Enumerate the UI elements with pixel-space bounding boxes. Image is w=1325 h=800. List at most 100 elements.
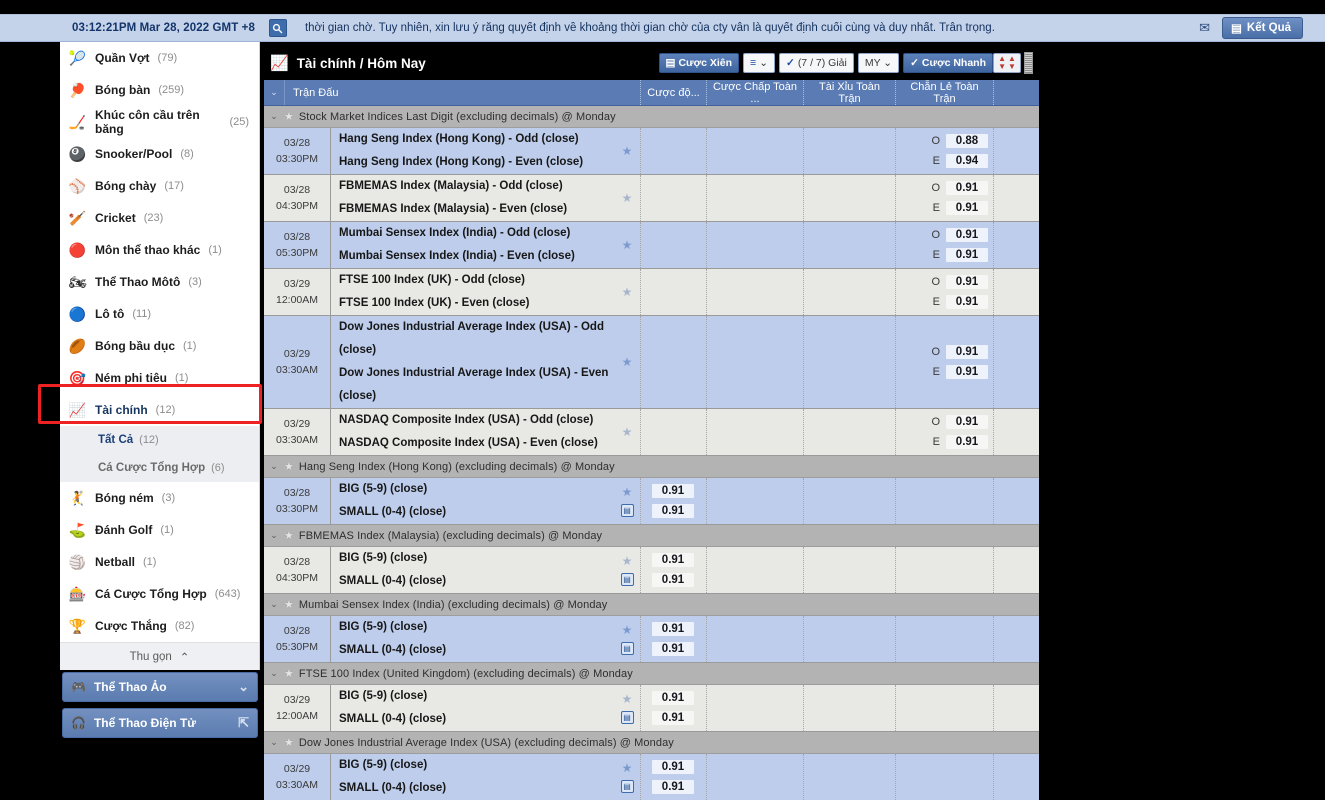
favorite-star-icon[interactable]: ★ bbox=[284, 598, 294, 611]
odds-value-1[interactable]: 0.91 bbox=[652, 553, 694, 567]
quick-bet-button[interactable]: ✓ Cược Nhanh bbox=[903, 53, 993, 73]
table-row[interactable]: 03/29 03:30AM NASDAQ Composite Index (USA)… bbox=[264, 409, 1039, 456]
odds-cell-1[interactable]: 0.91 0.91 bbox=[640, 754, 706, 800]
virtual-sports-button[interactable]: 🎮 Thể Thao Ảo ⌄ bbox=[62, 672, 258, 702]
sidebar-item-14[interactable]: 🏐 Netball (1) bbox=[60, 546, 259, 578]
favorite-star-icon[interactable]: ★ bbox=[622, 692, 633, 706]
group-header-4[interactable]: ⌄ ★ FTSE 100 Index (United Kingdom) (exclu… bbox=[264, 663, 1039, 685]
parlay-button[interactable]: ▤ Cược Xiên bbox=[658, 53, 740, 73]
mail-icon[interactable]: ✉ bbox=[1199, 20, 1210, 36]
odds-value-2[interactable]: 0.91 bbox=[652, 504, 694, 518]
sports-sidebar[interactable]: 🎾 Quần Vợt (79) 🏓 Bóng bàn (259) 🏒 Khúc côn cầu… bbox=[60, 42, 260, 670]
search-icon[interactable] bbox=[268, 19, 287, 37]
sidebar-item-5[interactable]: 🏏 Cricket (23) bbox=[60, 202, 259, 234]
odds-value-1[interactable]: 0.91 bbox=[652, 760, 694, 774]
sidebar-item-6[interactable]: 🔴 Môn thể thao khác (1) bbox=[60, 234, 259, 266]
sidebar-item-9[interactable]: 🏉 Bóng bầu dục (1) bbox=[60, 330, 259, 362]
odds-type-button[interactable]: MY ⌄ bbox=[857, 53, 900, 73]
sidebar-item-15[interactable]: 🎰 Cá Cược Tổng Hợp (643) bbox=[60, 578, 259, 610]
odds-value-2[interactable]: 0.91 bbox=[652, 711, 694, 725]
group-header-3[interactable]: ⌄ ★ Mumbai Sensex Index (India) (excluding… bbox=[264, 594, 1039, 616]
favorite-star-icon[interactable]: ★ bbox=[284, 460, 294, 473]
favorite-star-icon[interactable]: ★ bbox=[622, 355, 633, 369]
collapse-all-icon[interactable]: ⌄ bbox=[264, 80, 284, 105]
sidebar-item-1[interactable]: 🏓 Bóng bàn (259) bbox=[60, 74, 259, 106]
sidebar-subitem-1[interactable]: Cá Cược Tổng Hợp (6) bbox=[60, 454, 259, 482]
odds-value-1[interactable]: 0.91 bbox=[946, 181, 988, 195]
group-header-2[interactable]: ⌄ ★ FBMEMAS Index (Malaysia) (excluding de… bbox=[264, 525, 1039, 547]
chevron-down-icon[interactable]: ⌄ bbox=[238, 679, 249, 695]
group-collapse-icon[interactable]: ⌄ bbox=[264, 668, 284, 679]
group-collapse-icon[interactable]: ⌄ bbox=[264, 111, 284, 122]
odds-cell-4[interactable]: O 0.91 E 0.91 bbox=[895, 316, 993, 408]
table-row[interactable]: 03/28 05:30PM Mumbai Sensex Index (India) … bbox=[264, 222, 1039, 269]
group-header-0[interactable]: ⌄ ★ Stock Market Indices Last Digit (exclu… bbox=[264, 106, 1039, 128]
leagues-button[interactable]: ✓ (7 / 7) Giải bbox=[779, 53, 854, 73]
odds-value-1[interactable]: 0.91 bbox=[652, 622, 694, 636]
odds-value-2[interactable]: 0.91 bbox=[946, 201, 988, 215]
favorite-star-icon[interactable]: ★ bbox=[622, 191, 633, 205]
sidebar-item-2[interactable]: 🏒 Khúc côn cầu trên băng (25) bbox=[60, 106, 259, 138]
favorite-star-icon[interactable]: ★ bbox=[622, 554, 633, 568]
odds-cell-1[interactable]: 0.91 0.91 bbox=[640, 685, 706, 731]
odds-cell-4[interactable]: O 0.91 E 0.91 bbox=[895, 269, 993, 315]
odds-value-2[interactable]: 0.91 bbox=[946, 435, 988, 449]
group-collapse-icon[interactable]: ⌄ bbox=[264, 737, 284, 748]
group-collapse-icon[interactable]: ⌄ bbox=[264, 461, 284, 472]
favorite-star-icon[interactable]: ★ bbox=[622, 485, 633, 499]
results-button[interactable]: ▤ Kết Quả bbox=[1222, 17, 1303, 39]
sidebar-item-10[interactable]: 🎯 Ném phi tiêu (1) bbox=[60, 362, 259, 394]
odds-cell-4[interactable]: O 0.91 E 0.91 bbox=[895, 409, 993, 455]
favorite-star-icon[interactable]: ★ bbox=[622, 761, 633, 775]
favorite-star-icon[interactable]: ★ bbox=[622, 425, 633, 439]
table-row[interactable]: 03/29 12:00AM BIG (5-9) (close) SMALL (0-4)… bbox=[264, 685, 1039, 732]
favorite-star-icon[interactable]: ★ bbox=[284, 110, 294, 123]
table-row[interactable]: 03/28 05:30PM BIG (5-9) (close) SMALL (0-4)… bbox=[264, 616, 1039, 663]
favorite-star-icon[interactable]: ★ bbox=[622, 144, 633, 158]
drag-handle-icon[interactable] bbox=[1024, 52, 1033, 74]
odds-cell-4[interactable]: O 0.88 E 0.94 bbox=[895, 128, 993, 174]
sort-button[interactable]: ≡ ⌄ bbox=[743, 53, 775, 73]
statistics-icon[interactable]: ▤ bbox=[620, 780, 634, 793]
statistics-icon[interactable]: ▤ bbox=[620, 642, 634, 655]
odds-value-1[interactable]: 0.91 bbox=[652, 691, 694, 705]
esports-button[interactable]: 🎧 Thể Thao Điện Tử ⇱ bbox=[62, 708, 258, 738]
odds-cell-1[interactable]: 0.91 0.91 bbox=[640, 616, 706, 662]
odds-value-2[interactable]: 0.94 bbox=[946, 154, 988, 168]
odds-value-2[interactable]: 0.91 bbox=[652, 780, 694, 794]
statistics-icon[interactable]: ▤ bbox=[620, 711, 634, 724]
odds-value-1[interactable]: 0.91 bbox=[946, 228, 988, 242]
group-collapse-icon[interactable]: ⌄ bbox=[264, 530, 284, 541]
sidebar-item-3[interactable]: 🎱 Snooker/Pool (8) bbox=[60, 138, 259, 170]
favorite-star-icon[interactable]: ★ bbox=[284, 667, 294, 680]
sidebar-item-7[interactable]: 🏍 Thể Thao Môtô (3) bbox=[60, 266, 259, 298]
odds-value-1[interactable]: 0.91 bbox=[946, 345, 988, 359]
group-collapse-icon[interactable]: ⌄ bbox=[264, 599, 284, 610]
odds-value-1[interactable]: 0.91 bbox=[946, 415, 988, 429]
sidebar-item-8[interactable]: 🔵 Lô tô (11) bbox=[60, 298, 259, 330]
odds-value-1[interactable]: 0.88 bbox=[946, 134, 988, 148]
odds-value-2[interactable]: 0.91 bbox=[652, 573, 694, 587]
sidebar-collapse-button[interactable]: Thu gọn ⌃ bbox=[60, 642, 259, 670]
favorite-star-icon[interactable]: ★ bbox=[284, 736, 294, 749]
odds-cell-1[interactable]: 0.91 0.91 bbox=[640, 478, 706, 524]
favorite-star-icon[interactable]: ★ bbox=[622, 238, 633, 252]
table-row[interactable]: 03/28 04:30PM FBMEMAS Index (Malaysia) - O… bbox=[264, 175, 1039, 222]
sidebar-item-16[interactable]: 🏆 Cược Thắng (82) bbox=[60, 610, 259, 642]
odds-value-1[interactable]: 0.91 bbox=[652, 484, 694, 498]
odds-value-2[interactable]: 0.91 bbox=[946, 295, 988, 309]
up-down-arrows-icon[interactable]: ▲ ▼ ▲ ▼ bbox=[993, 53, 1021, 73]
favorite-star-icon[interactable]: ★ bbox=[622, 285, 633, 299]
odds-cell-4[interactable]: O 0.91 E 0.91 bbox=[895, 175, 993, 221]
favorite-star-icon[interactable]: ★ bbox=[622, 623, 633, 637]
sidebar-item-13[interactable]: ⛳ Đánh Golf (1) bbox=[60, 514, 259, 546]
odds-value-1[interactable]: 0.91 bbox=[946, 275, 988, 289]
odds-cell-4[interactable]: O 0.91 E 0.91 bbox=[895, 222, 993, 268]
statistics-icon[interactable]: ▤ bbox=[620, 573, 634, 586]
sidebar-subitem-0[interactable]: Tất Cả (12) bbox=[60, 426, 259, 454]
sidebar-item-11[interactable]: 📈 Tài chính (12) bbox=[60, 394, 259, 426]
odds-value-2[interactable]: 0.91 bbox=[946, 248, 988, 262]
sidebar-item-0[interactable]: 🎾 Quần Vợt (79) bbox=[60, 42, 259, 74]
sidebar-item-12[interactable]: 🤾 Bóng ném (3) bbox=[60, 482, 259, 514]
table-row[interactable]: 03/29 03:30AM Dow Jones Industrial Average… bbox=[264, 316, 1039, 409]
